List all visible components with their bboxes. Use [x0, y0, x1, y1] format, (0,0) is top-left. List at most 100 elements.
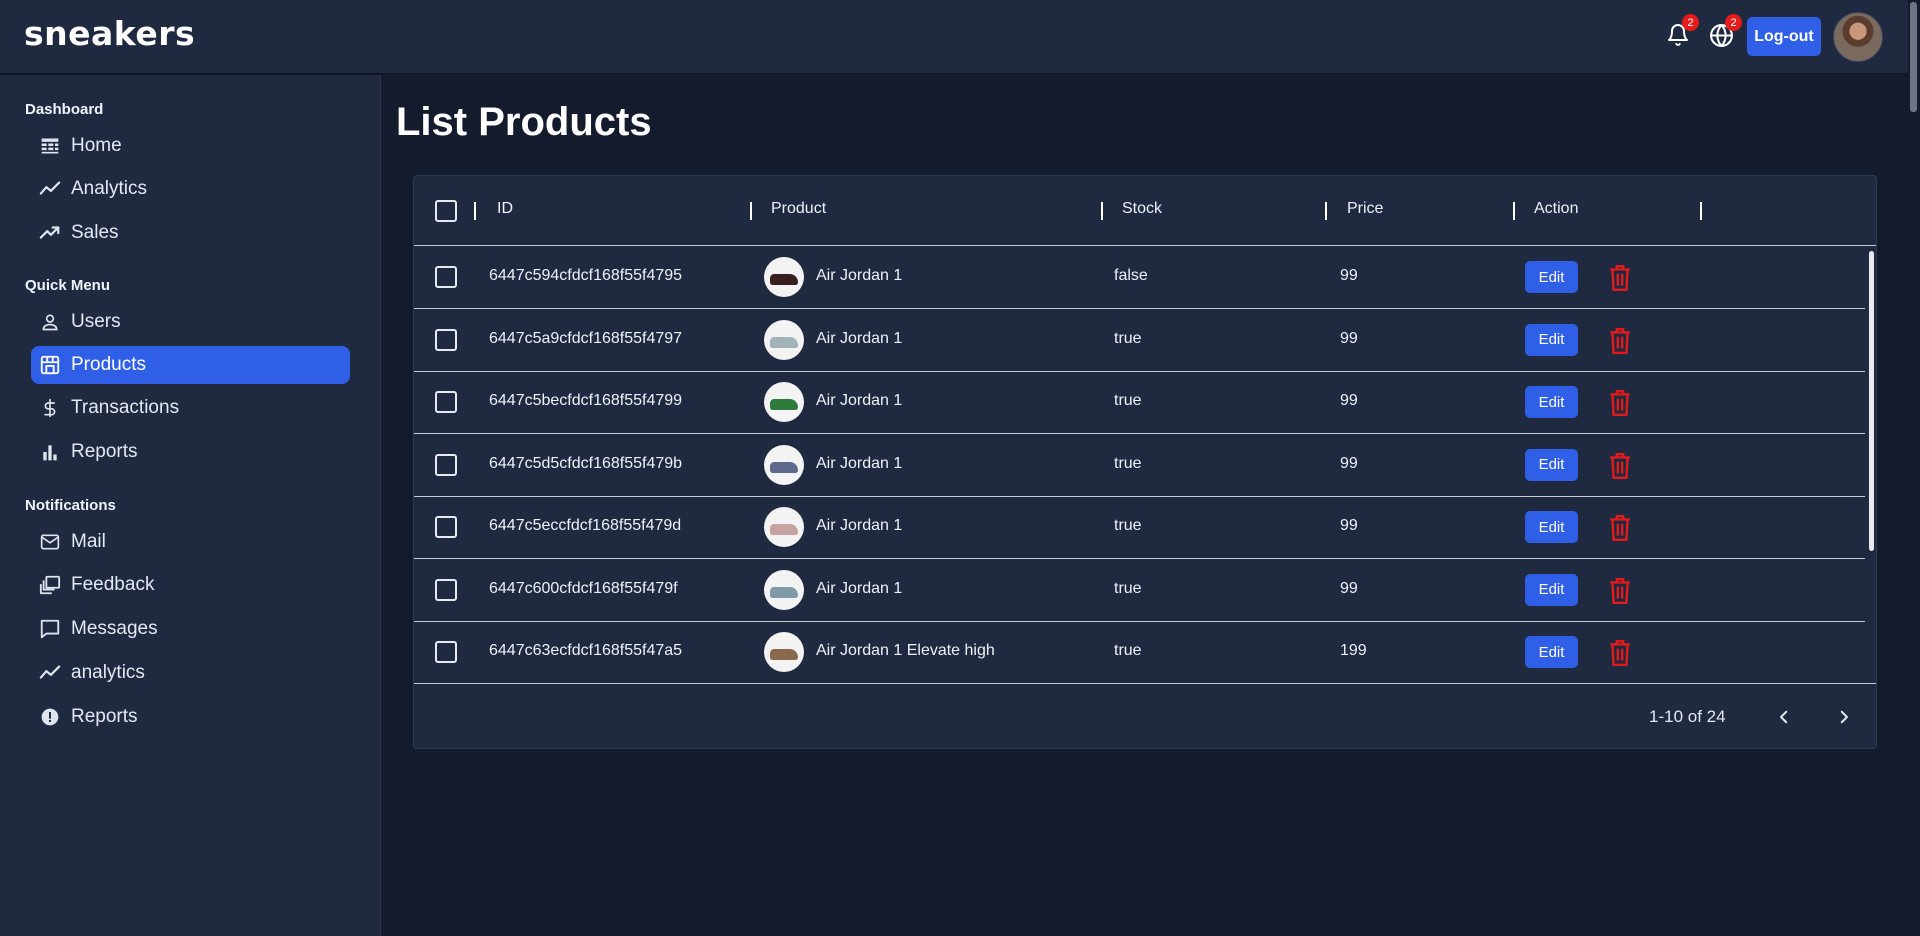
sidebar-item-products[interactable]: Products	[31, 346, 350, 384]
section-title-notifications: Notifications	[25, 497, 116, 514]
edit-button[interactable]: Edit	[1525, 261, 1578, 293]
sidebar-item-label: Sales	[71, 222, 119, 243]
dollar-icon	[39, 397, 61, 419]
row-checkbox[interactable]	[435, 328, 457, 351]
sidebar-item-home[interactable]: Home	[31, 127, 350, 165]
product-thumbnail	[764, 507, 804, 547]
row-checkbox[interactable]	[435, 391, 457, 413]
next-page-button[interactable]	[1831, 704, 1857, 730]
sidebar-item-label: analytics	[71, 662, 145, 683]
sidebar: Dashboard Home Analytics Sales Quick Men…	[0, 75, 381, 936]
notifications-button[interactable]: 2	[1663, 14, 1699, 50]
section-title-dashboard: Dashboard	[25, 101, 104, 118]
product-thumbnail	[764, 444, 804, 485]
product-stock: true	[1114, 579, 1142, 597]
sidebar-item-messages[interactable]: Messages	[31, 610, 350, 648]
edit-button[interactable]: Edit	[1525, 386, 1578, 418]
product-stock: true	[1114, 642, 1142, 659]
row-checkbox[interactable]	[435, 641, 457, 663]
product-stock: true	[1114, 454, 1142, 472]
delete-button[interactable]	[1607, 389, 1633, 417]
column-header-stock[interactable]: Stock	[1122, 200, 1162, 218]
row-checkbox[interactable]	[435, 453, 457, 476]
app-logo[interactable]: sneakers	[24, 14, 195, 53]
table-row[interactable]: 6447c63ecfdcf168f55f47a5 Air Jordan 1 El…	[414, 622, 1865, 683]
product-id: 6447c5d5cfdcf168f55f479b	[489, 454, 683, 472]
row-checkbox[interactable]	[435, 266, 457, 288]
table-row[interactable]: 6447c5d5cfdcf168f55f479b Air Jordan 1 tr…	[414, 435, 1865, 497]
table-row[interactable]: 6447c594cfdcf168f55f4795 Air Jordan 1 fa…	[414, 247, 1865, 309]
delete-button[interactable]	[1607, 639, 1633, 667]
sidebar-item-mail[interactable]: Mail	[31, 523, 350, 561]
column-separator[interactable]	[750, 202, 752, 220]
language-badge: 2	[1725, 14, 1742, 31]
delete-button[interactable]	[1607, 514, 1633, 542]
product-stock: false	[1114, 267, 1148, 284]
language-button[interactable]: 2	[1706, 14, 1742, 50]
table-row[interactable]: 6447c5becfdcf168f55f4799 Air Jordan 1 tr…	[414, 372, 1865, 434]
table-footer: 1-10 of 24	[414, 683, 1876, 748]
column-header-id[interactable]: ID	[497, 200, 513, 218]
column-header-price[interactable]: Price	[1347, 200, 1383, 218]
select-all-checkbox[interactable]	[435, 200, 457, 222]
trash-icon	[1610, 514, 1630, 542]
column-header-product[interactable]: Product	[771, 200, 826, 218]
column-separator[interactable]	[1700, 202, 1702, 220]
table-row[interactable]: 6447c5eccfdcf168f55f479d Air Jordan 1 tr…	[414, 497, 1865, 559]
row-checkbox[interactable]	[435, 516, 457, 538]
line-chart-icon	[39, 178, 61, 200]
pagination-text: 1-10 of 24	[1649, 707, 1726, 726]
sidebar-item-label: Products	[71, 354, 146, 375]
edit-button[interactable]: Edit	[1525, 448, 1578, 481]
sidebar-item-feedback[interactable]: Feedback	[31, 566, 350, 604]
product-id: 6447c63ecfdcf168f55f47a5	[489, 642, 683, 659]
avatar[interactable]	[1833, 12, 1883, 62]
delete-button[interactable]	[1607, 327, 1633, 355]
sidebar-item-reports-2[interactable]: Reports	[31, 698, 350, 736]
product-name: Air Jordan 1	[816, 329, 903, 347]
delete-button[interactable]	[1607, 452, 1633, 480]
column-separator[interactable]	[1101, 202, 1103, 220]
delete-button[interactable]	[1607, 264, 1633, 292]
product-price: 99	[1340, 392, 1358, 409]
scrollbar-thumb[interactable]	[1869, 251, 1874, 551]
previous-page-button[interactable]	[1771, 704, 1797, 730]
product-thumbnail	[764, 382, 804, 422]
page-scrollbar[interactable]	[1908, 0, 1920, 936]
row-checkbox[interactable]	[435, 578, 457, 601]
sidebar-item-label: Transactions	[71, 397, 180, 418]
sidebar-item-analytics-2[interactable]: analytics	[31, 654, 350, 692]
sidebar-item-label: Mail	[71, 531, 106, 552]
edit-button[interactable]: Edit	[1525, 323, 1578, 356]
sidebar-item-users[interactable]: Users	[31, 303, 350, 341]
edit-button[interactable]: Edit	[1525, 573, 1578, 606]
notifications-badge: 2	[1682, 14, 1699, 31]
page-scrollbar-thumb[interactable]	[1910, 2, 1917, 112]
table-scrollbar[interactable]	[1866, 247, 1876, 683]
product-id: 6447c5a9cfdcf168f55f4797	[489, 329, 683, 347]
column-header-action[interactable]: Action	[1534, 200, 1578, 218]
product-price: 99	[1340, 454, 1358, 472]
delete-button[interactable]	[1607, 577, 1633, 605]
table-row[interactable]: 6447c600cfdcf168f55f479f Air Jordan 1 tr…	[414, 560, 1865, 622]
table-icon	[39, 135, 61, 157]
trending-up-icon	[39, 222, 61, 244]
table-row[interactable]: 6447c5a9cfdcf168f55f4797 Air Jordan 1 tr…	[414, 310, 1865, 372]
product-stock: true	[1114, 329, 1142, 347]
table-header: ID Product Stock Price Action	[414, 176, 1876, 246]
sidebar-item-reports[interactable]: Reports	[31, 433, 350, 471]
product-thumbnail	[764, 257, 804, 297]
sidebar-item-transactions[interactable]: Transactions	[31, 389, 350, 427]
edit-button[interactable]: Edit	[1525, 636, 1578, 668]
column-separator[interactable]	[1325, 202, 1327, 220]
sidebar-item-sales[interactable]: Sales	[31, 214, 350, 252]
trash-icon	[1610, 452, 1630, 479]
column-separator[interactable]	[1513, 202, 1515, 220]
product-name: Air Jordan 1	[816, 267, 903, 284]
edit-button[interactable]: Edit	[1525, 511, 1578, 543]
logout-button[interactable]: Log-out	[1747, 17, 1821, 56]
product-id: 6447c600cfdcf168f55f479f	[489, 579, 678, 597]
feedback-icon	[39, 574, 61, 596]
column-separator[interactable]	[474, 202, 476, 220]
sidebar-item-analytics[interactable]: Analytics	[31, 170, 350, 208]
